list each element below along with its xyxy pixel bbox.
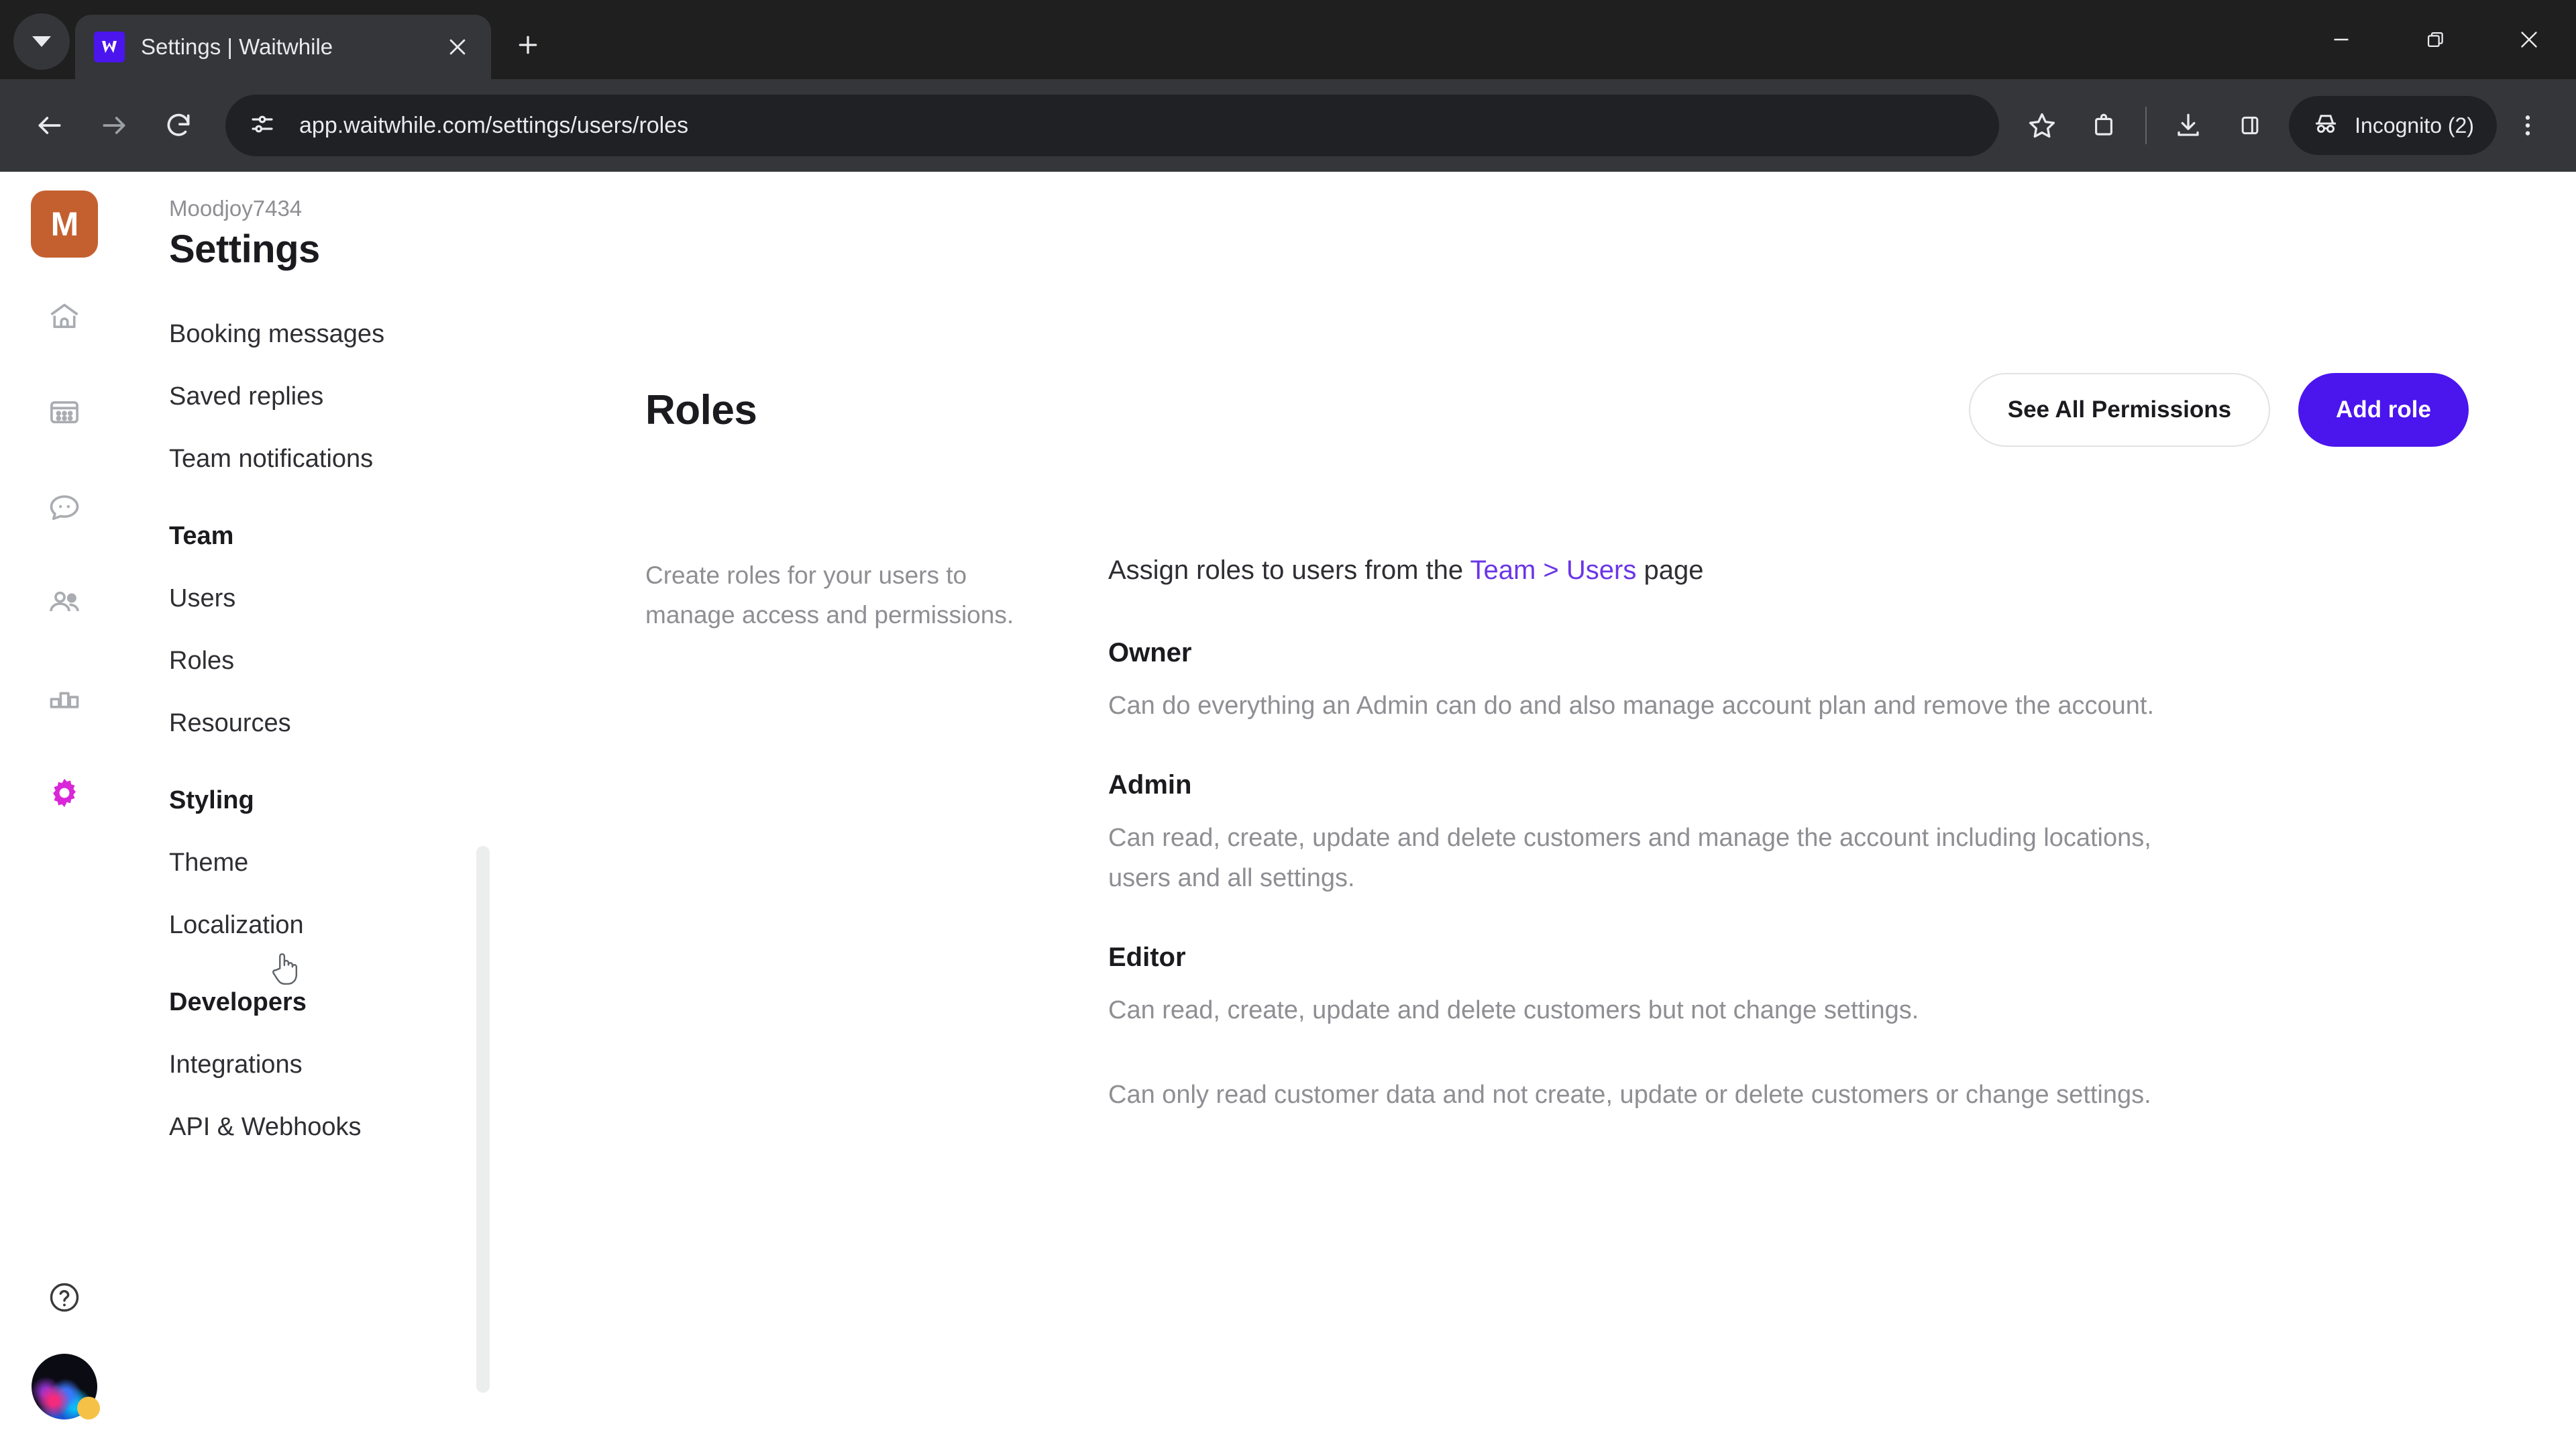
user-avatar[interactable]	[32, 1354, 100, 1419]
site-settings-icon[interactable]	[248, 110, 276, 142]
gear-icon	[46, 775, 83, 814]
settings-nav-scrollbar[interactable]	[476, 846, 490, 1393]
tab-title: Settings | Waitwhile	[141, 34, 333, 59]
browser-window: Settings | Waitwhile app.waitwhile.com/s…	[0, 0, 2576, 1449]
window-controls	[2294, 0, 2576, 79]
close-window-button[interactable]	[2482, 0, 2576, 79]
settings-nav-item-booking-messages[interactable]: Booking messages	[169, 320, 531, 349]
roles-body: Create roles for your users to manage ac…	[531, 447, 2576, 1159]
role-item-admin: Admin Can read, create, update and delet…	[1108, 770, 2496, 898]
role-description: Can read, create, update and delete cust…	[1108, 824, 2151, 893]
waitwhile-favicon-icon	[94, 32, 125, 62]
role-description: Can read, create, update and delete cust…	[1108, 996, 1919, 1025]
browser-menu-icon[interactable]	[2497, 95, 2559, 156]
downloads-icon[interactable]	[2157, 95, 2219, 156]
status-badge	[77, 1397, 100, 1419]
sidebar-item-home[interactable]	[30, 283, 99, 353]
sidebar-item-settings[interactable]	[30, 759, 99, 829]
tab-strip: Settings | Waitwhile	[0, 0, 2576, 79]
role-name: Admin	[1108, 770, 1192, 800]
team-users-link[interactable]: Team > Users	[1470, 555, 1637, 585]
settings-nav-item-resources[interactable]: Resources	[169, 709, 531, 738]
assign-roles-hint: Assign roles to users from the Team > Us…	[1108, 555, 2496, 586]
settings-nav-item-saved-replies[interactable]: Saved replies	[169, 382, 531, 411]
roles-header: Roles See All Permissions Add role	[531, 172, 2576, 447]
add-role-button[interactable]: Add role	[2298, 373, 2469, 447]
sidebar-item-schedule[interactable]	[30, 378, 99, 448]
settings-nav-panel: Moodjoy7434 Settings Booking messages Sa…	[129, 172, 531, 1449]
settings-nav-item-users[interactable]: Users	[169, 584, 531, 613]
role-description: Can only read customer data and not crea…	[1108, 1081, 2151, 1110]
incognito-profile-button[interactable]: Incognito (2)	[2289, 96, 2497, 155]
role-item-viewer: Can only read customer data and not crea…	[1108, 1075, 2496, 1115]
tab-search-button[interactable]	[13, 13, 70, 70]
address-bar[interactable]: app.waitwhile.com/settings/users/roles	[225, 95, 2000, 156]
minimize-button[interactable]	[2294, 0, 2388, 79]
sidebar-item-customers[interactable]	[30, 569, 99, 639]
incognito-icon	[2312, 110, 2340, 142]
help-button[interactable]	[30, 1264, 99, 1334]
help-circle-icon	[47, 1280, 82, 1318]
sidebar-item-messages[interactable]	[30, 474, 99, 543]
bar-chart-icon	[47, 680, 82, 718]
roles-description: Create roles for your users to manage ac…	[645, 561, 1014, 629]
extensions-icon[interactable]	[2073, 95, 2135, 156]
people-icon	[47, 585, 82, 623]
home-icon	[47, 299, 82, 337]
page-viewport: M Moodjoy7434 Settings Booking messages …	[0, 172, 2576, 1449]
account-name: Moodjoy7434	[169, 196, 303, 221]
settings-nav-group-styling: Styling	[169, 786, 254, 814]
toolbar-divider	[2145, 107, 2147, 144]
see-all-permissions-button[interactable]: See All Permissions	[1968, 373, 2271, 447]
roles-content-panel: Roles See All Permissions Add role Creat…	[531, 172, 2576, 1449]
assign-hint-suffix: page	[1636, 555, 1704, 585]
settings-nav-group-team: Team	[169, 522, 234, 550]
calendar-icon	[47, 394, 82, 433]
role-name: Editor	[1108, 943, 1186, 973]
settings-nav-item-roles[interactable]: Roles	[169, 647, 531, 676]
browser-tab[interactable]: Settings | Waitwhile	[75, 15, 491, 79]
role-item-editor: Editor Can read, create, update and dele…	[1108, 943, 2496, 1030]
assign-hint-prefix: Assign roles to users from the	[1108, 555, 1470, 585]
role-description: Can do everything an Admin can do and al…	[1108, 692, 2155, 720]
new-tab-button[interactable]	[502, 19, 554, 71]
role-name: Owner	[1108, 638, 1192, 667]
close-tab-icon[interactable]	[439, 28, 476, 66]
side-panel-icon[interactable]	[2219, 95, 2281, 156]
bookmark-star-icon[interactable]	[2011, 95, 2073, 156]
address-bar-url: app.waitwhile.com/settings/users/roles	[299, 112, 689, 138]
chevron-down-icon	[32, 36, 51, 47]
browser-toolbar: app.waitwhile.com/settings/users/roles I…	[0, 79, 2576, 172]
workspace-logo[interactable]: M	[31, 191, 98, 258]
forward-button[interactable]	[82, 93, 146, 158]
app-sidebar-rail: M	[0, 172, 129, 1449]
sidebar-item-analytics[interactable]	[30, 664, 99, 734]
roles-title: Roles	[645, 386, 757, 433]
back-button[interactable]	[17, 93, 82, 158]
maximize-restore-button[interactable]	[2388, 0, 2482, 79]
settings-nav-item-team-notifications[interactable]: Team notifications	[169, 445, 531, 474]
role-item-owner: Owner Can do everything an Admin can do …	[1108, 638, 2496, 726]
incognito-label: Incognito (2)	[2355, 113, 2474, 138]
roles-list-column: Assign roles to users from the Team > Us…	[1108, 555, 2496, 1159]
page-title: Settings	[169, 227, 320, 271]
chat-bubble-icon	[47, 490, 82, 528]
reload-button[interactable]	[146, 93, 211, 158]
